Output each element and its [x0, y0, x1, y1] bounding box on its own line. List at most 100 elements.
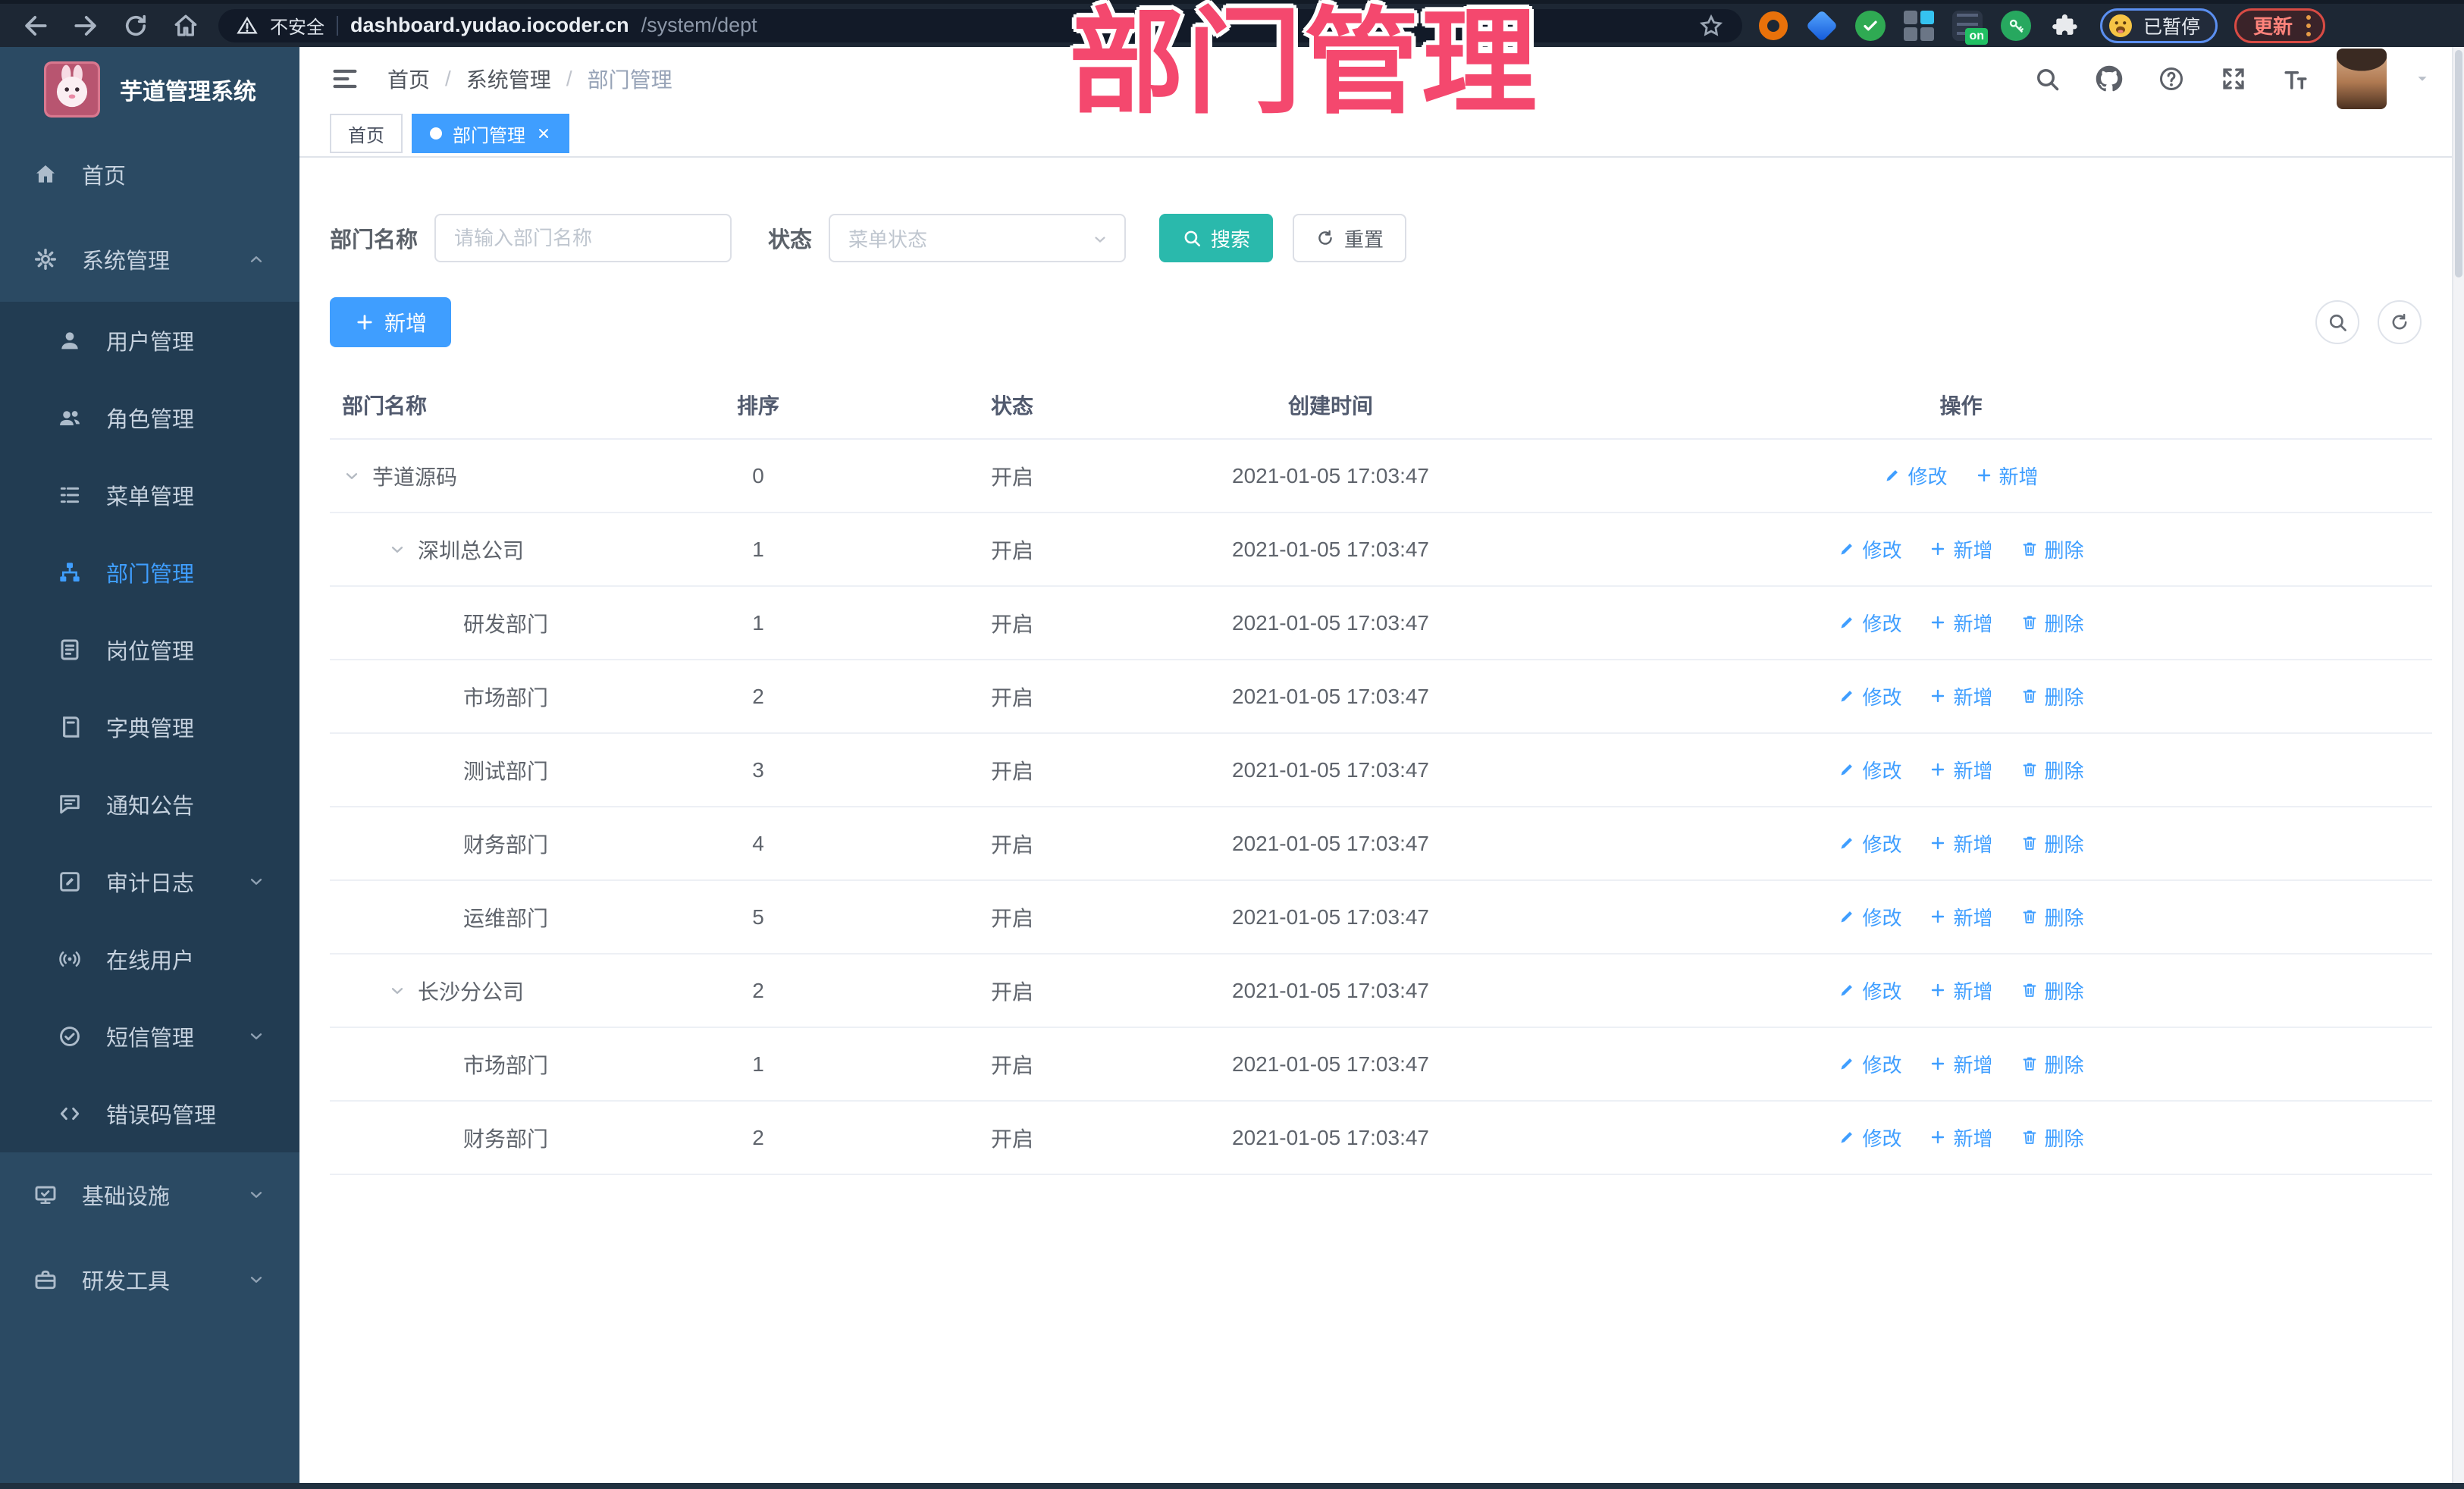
extension-blue-gem-icon[interactable]	[1805, 9, 1839, 42]
forward-icon[interactable]	[70, 10, 102, 42]
action-修改-link[interactable]: 修改	[1838, 609, 1901, 637]
sidebar-item-label: 短信管理	[106, 1027, 195, 1051]
sidebar-item-首页[interactable]: 首页	[0, 132, 299, 217]
home-nav-icon[interactable]	[170, 10, 202, 42]
browser-menu-icon[interactable]	[2306, 14, 2312, 36]
extension-green-check-icon[interactable]	[1854, 10, 1886, 42]
extension-green-key-icon[interactable]	[2000, 10, 2032, 42]
action-修改-link[interactable]: 修改	[1838, 1124, 1901, 1152]
bookmark-star-icon[interactable]	[1698, 13, 1724, 39]
table-row: 测试部门 3 开启 2021-01-05 17:03:47 修改 新增 删除	[330, 733, 2432, 807]
action-删除-link[interactable]: 删除	[2020, 609, 2084, 637]
action-新增-link[interactable]: 新增	[1929, 609, 1993, 637]
action-修改-link[interactable]: 修改	[1838, 535, 1901, 563]
table-row: 芋道源码 0 开启 2021-01-05 17:03:47 修改 新增	[330, 439, 2432, 513]
warning-icon[interactable]	[237, 15, 258, 36]
scrollbar-thumb[interactable]	[2455, 50, 2462, 277]
search-button[interactable]	[2033, 65, 2061, 92]
help-button[interactable]	[2158, 65, 2185, 92]
page-scrollbar[interactable]	[2452, 47, 2464, 1483]
hamburger-icon[interactable]	[330, 64, 360, 94]
sidebar-item-label: 首页	[82, 165, 127, 189]
sidebar-item-角色管理[interactable]: 角色管理	[0, 379, 299, 456]
close-icon[interactable]	[536, 126, 551, 141]
action-删除-link[interactable]: 删除	[2020, 682, 2084, 710]
sidebar-item-审计日志[interactable]: 审计日志	[0, 843, 299, 920]
sidebar-item-研发工具[interactable]: 研发工具	[0, 1237, 299, 1322]
action-新增-link[interactable]: 新增	[1929, 1124, 1993, 1152]
badge-icon	[61, 639, 79, 660]
action-删除-link[interactable]: 删除	[2020, 976, 2084, 1005]
search-button[interactable]: 搜索	[1159, 214, 1274, 262]
sidebar-item-在线用户[interactable]: 在线用户	[0, 920, 299, 998]
tab-部门管理[interactable]: 部门管理	[412, 114, 569, 153]
action-新增-link[interactable]: 新增	[1929, 756, 1993, 784]
action-删除-link[interactable]: 删除	[2020, 1050, 2084, 1078]
sidebar-item-岗位管理[interactable]: 岗位管理	[0, 611, 299, 688]
action-新增-link[interactable]: 新增	[1929, 976, 1993, 1005]
reset-button[interactable]: 重置	[1293, 214, 1407, 262]
user-avatar[interactable]	[2337, 49, 2387, 109]
reload-icon[interactable]	[120, 10, 152, 42]
tree-expand-toggle-icon[interactable]	[342, 466, 362, 486]
fullscreen-button[interactable]	[2220, 65, 2247, 92]
back-icon[interactable]	[20, 10, 52, 42]
status-select[interactable]: 菜单状态	[829, 214, 1127, 262]
dept-sort: 4	[663, 807, 853, 881]
action-新增-link[interactable]: 新增	[1929, 903, 1993, 931]
tree-expand-toggle-icon[interactable]	[387, 981, 407, 1001]
browser-update-button[interactable]: 更新	[2234, 8, 2326, 43]
dept-name-cell: 长沙分公司	[330, 954, 663, 1028]
extension-puzzle-icon[interactable]	[2049, 10, 2080, 42]
sidebar-item-系统管理[interactable]: 系统管理	[0, 217, 299, 302]
action-删除-link[interactable]: 删除	[2020, 829, 2084, 857]
chevron-down-icon	[250, 1192, 262, 1198]
sidebar-item-通知公告[interactable]: 通知公告	[0, 766, 299, 843]
action-修改-link[interactable]: 修改	[1838, 756, 1901, 784]
action-新增-link[interactable]: 新增	[1975, 462, 2039, 490]
sidebar-item-错误码管理[interactable]: 错误码管理	[0, 1075, 299, 1152]
font-size-button[interactable]	[2282, 65, 2309, 92]
extension-list-on-badge-icon[interactable]: on	[1951, 10, 1988, 45]
action-删除-link[interactable]: 删除	[2020, 903, 2084, 931]
action-修改-link[interactable]: 修改	[1838, 829, 1901, 857]
add-button[interactable]: 新增	[330, 297, 452, 347]
caret-down-icon[interactable]	[2414, 71, 2431, 87]
extension-orange-ring-icon[interactable]	[1757, 10, 1789, 42]
browser-profile[interactable]: 已暂停	[2100, 8, 2218, 43]
action-新增-link[interactable]: 新增	[1929, 829, 1993, 857]
breadcrumb-item-系统管理[interactable]: 系统管理	[466, 64, 551, 94]
sidebar-item-菜单管理[interactable]: 菜单管理	[0, 456, 299, 534]
search-circle-button[interactable]	[2315, 300, 2359, 344]
action-新增-link[interactable]: 新增	[1929, 1050, 1993, 1078]
action-新增-link[interactable]: 新增	[1929, 682, 1993, 710]
sidebar-item-短信管理[interactable]: 短信管理	[0, 998, 299, 1075]
breadcrumb-item-首页[interactable]: 首页	[387, 64, 430, 94]
chevron-down-icon	[250, 1277, 262, 1283]
github-button[interactable]	[2096, 65, 2123, 92]
action-删除-link[interactable]: 删除	[2020, 756, 2084, 784]
action-修改-link[interactable]: 修改	[1838, 976, 1901, 1005]
action-修改-link[interactable]: 修改	[1838, 1050, 1901, 1078]
dept-status: 开启	[853, 733, 1171, 807]
action-label: 新增	[1998, 465, 2039, 488]
tree-expand-toggle-icon[interactable]	[387, 540, 407, 560]
action-修改-link[interactable]: 修改	[1838, 903, 1901, 931]
refresh-circle-button[interactable]	[2378, 300, 2422, 344]
action-修改-link[interactable]: 修改	[1883, 462, 1948, 490]
action-删除-link[interactable]: 删除	[2020, 1124, 2084, 1152]
sidebar-item-部门管理[interactable]: 部门管理	[0, 534, 299, 611]
action-新增-link[interactable]: 新增	[1929, 535, 1993, 563]
overlay-page-title: 部门管理	[1069, 0, 1539, 127]
sidebar-logo[interactable]: 芋道管理系统	[0, 47, 299, 132]
dept-name-input[interactable]	[434, 214, 732, 262]
action-修改-link[interactable]: 修改	[1838, 682, 1901, 710]
action-label: 删除	[2044, 1053, 2084, 1077]
action-删除-link[interactable]: 删除	[2020, 535, 2084, 563]
sidebar-item-字典管理[interactable]: 字典管理	[0, 688, 299, 766]
tab-首页[interactable]: 首页	[330, 114, 403, 153]
sidebar-item-用户管理[interactable]: 用户管理	[0, 302, 299, 379]
sidebar-item-基础设施[interactable]: 基础设施	[0, 1152, 299, 1237]
extension-grid-icon[interactable]	[1903, 10, 1935, 42]
pencil-icon	[1886, 470, 1898, 481]
